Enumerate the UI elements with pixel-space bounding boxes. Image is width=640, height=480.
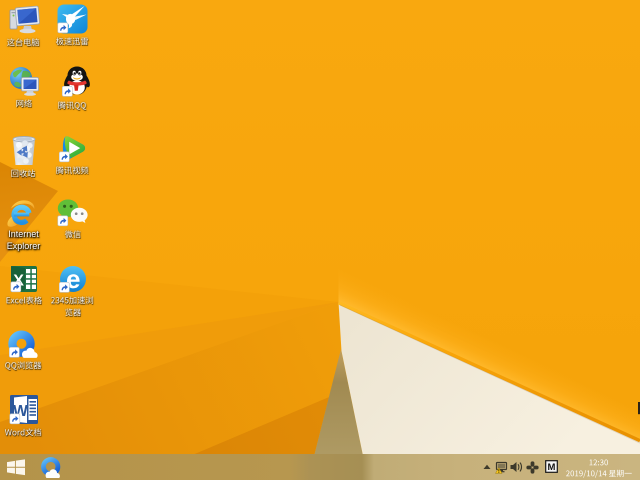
svg-text:M: M bbox=[548, 462, 556, 473]
